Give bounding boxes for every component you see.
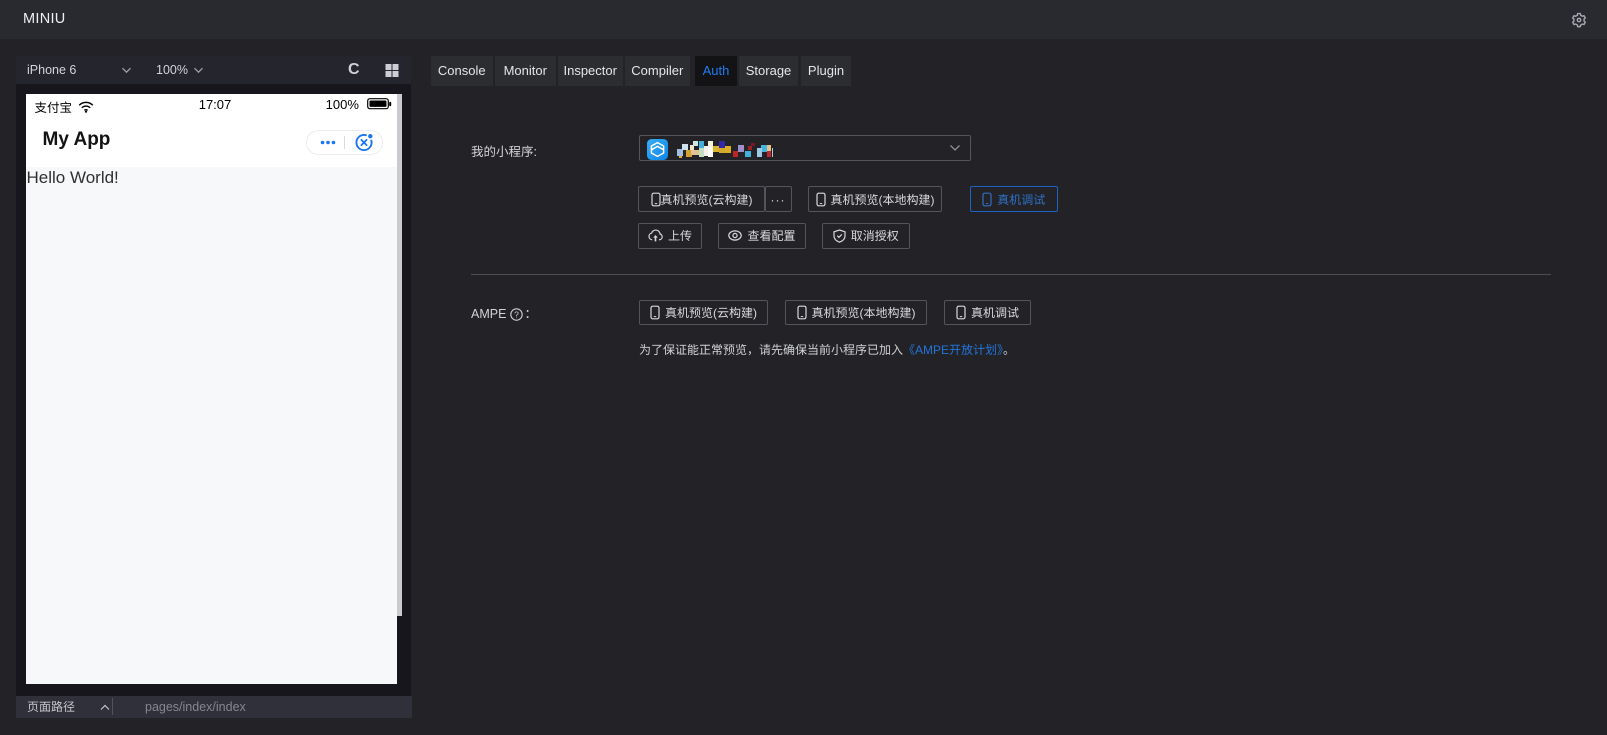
svg-text:?: ? xyxy=(515,309,520,319)
